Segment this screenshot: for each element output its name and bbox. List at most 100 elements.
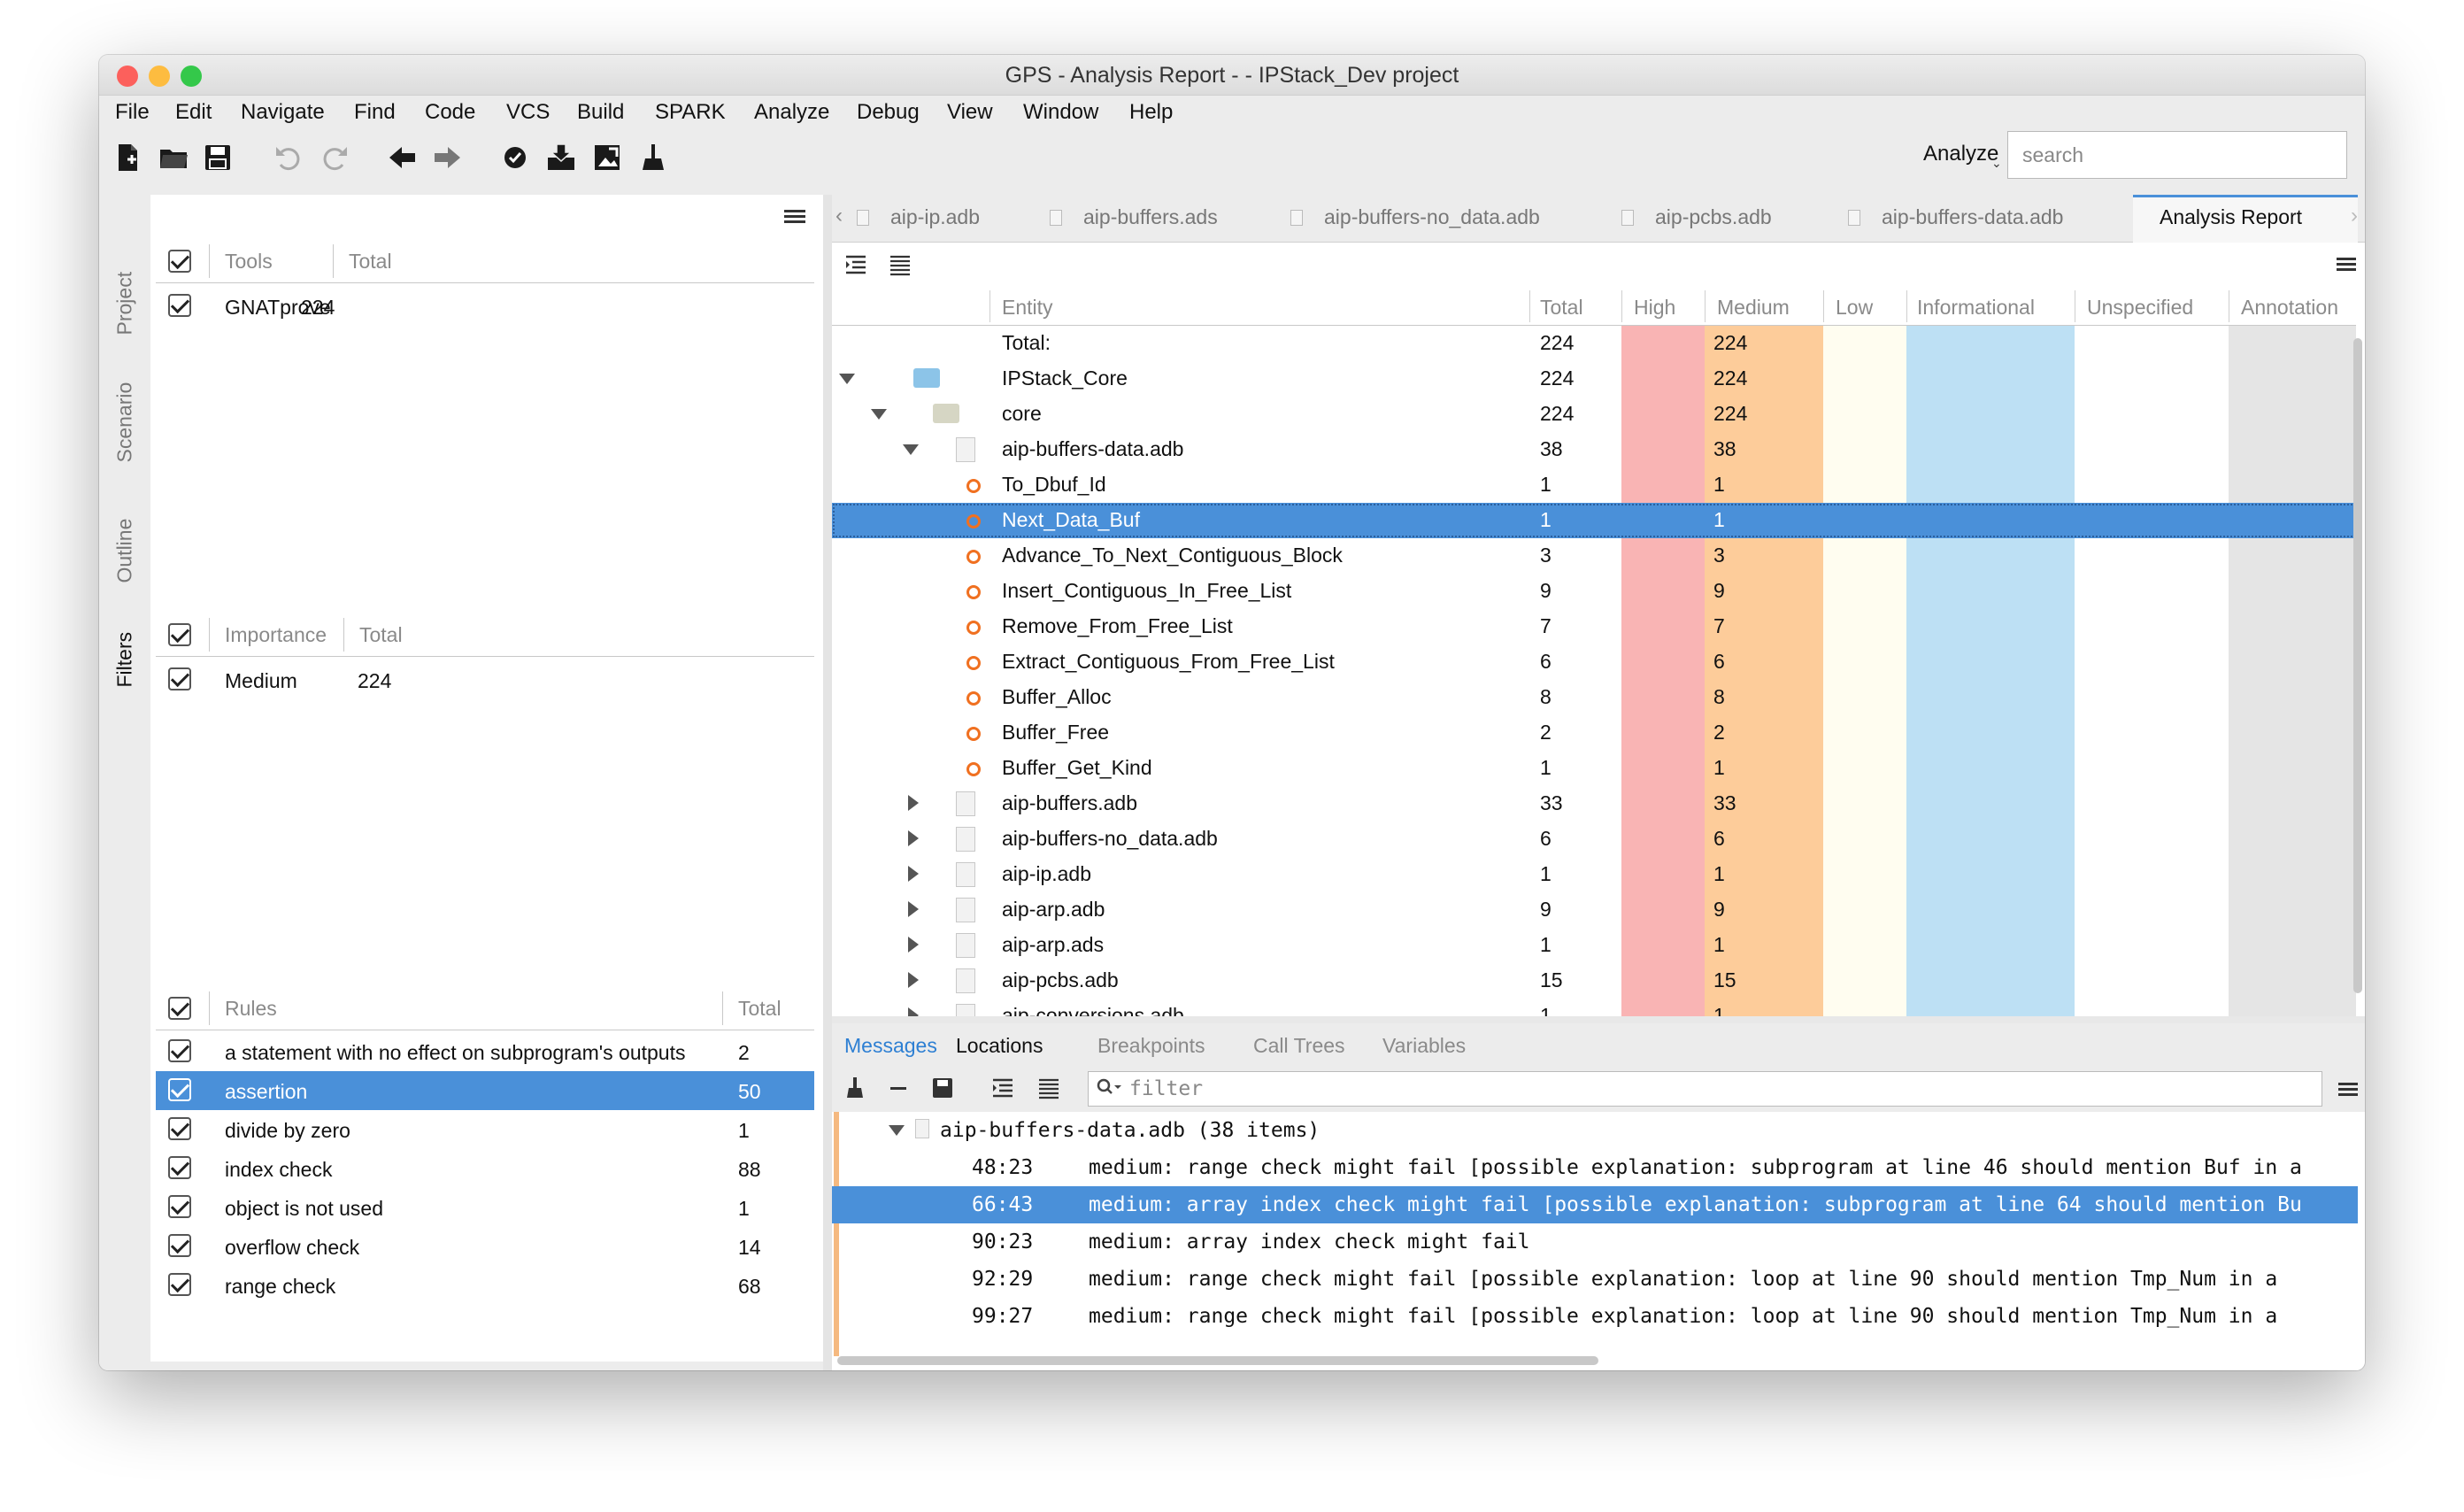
new-file-icon[interactable] [112, 142, 143, 174]
back-arrow-icon[interactable] [386, 142, 418, 174]
importance-column-header[interactable]: Importance [225, 623, 327, 647]
col-entity[interactable]: Entity [1002, 296, 1053, 320]
col-high[interactable]: High [1634, 296, 1675, 320]
col-annotation[interactable]: Annotation [2241, 296, 2338, 320]
menu-navigate[interactable]: Navigate [241, 100, 325, 125]
message-row-selected[interactable]: 66:43 medium: array index check might fa… [832, 1186, 2358, 1223]
tab-breakpoints[interactable]: Breakpoints [1097, 1034, 1205, 1058]
expander-down-icon[interactable] [889, 1125, 905, 1136]
report-row-file[interactable]: aip-pcbs.adb 15 15 [832, 963, 2356, 999]
tab-messages[interactable]: Messages [844, 1034, 937, 1058]
tab-aip-buffers-ads[interactable]: aip-buffers.ads [1050, 205, 1218, 229]
rule-checkbox[interactable] [168, 1039, 191, 1062]
report-row-file[interactable]: aip-arp.ads 1 1 [832, 928, 2356, 963]
col-medium[interactable]: Medium [1717, 296, 1790, 320]
menu-file[interactable]: File [115, 100, 150, 125]
importance-select-all-checkbox[interactable] [168, 623, 191, 646]
clean-broom-icon[interactable] [637, 142, 669, 174]
rule-row[interactable]: index check 88 [156, 1149, 814, 1188]
tools-total-header[interactable]: Total [349, 250, 392, 274]
rule-row[interactable]: a statement with no effect on subprogram… [156, 1032, 814, 1071]
report-row-subprogram[interactable]: Buffer_Get_Kind 1 1 [832, 751, 2356, 786]
report-row-subprogram[interactable]: Insert_Contiguous_In_Free_List 9 9 [832, 574, 2356, 609]
rules-select-all-checkbox[interactable] [168, 997, 191, 1020]
tool-checkbox[interactable] [168, 294, 191, 317]
expander-right-icon[interactable] [908, 866, 919, 882]
chevron-down-icon[interactable]: ⌄ [1991, 156, 2002, 171]
forward-arrow-icon[interactable] [432, 142, 464, 174]
expander-down-icon[interactable] [839, 374, 855, 384]
report-row-subprogram-selected[interactable]: Next_Data_Buf 1 1 [832, 503, 2356, 538]
report-row-subprogram[interactable]: Remove_From_Free_List 7 7 [832, 609, 2356, 644]
rules-column-header[interactable]: Rules [225, 997, 277, 1021]
expander-right-icon[interactable] [908, 901, 919, 917]
menu-spark[interactable]: SPARK [655, 100, 726, 125]
expander-right-icon[interactable] [908, 1007, 919, 1016]
rule-row[interactable]: range check 68 [156, 1266, 814, 1305]
side-tab-filters[interactable]: Filters [113, 632, 137, 688]
rule-row[interactable]: overflow check 14 [156, 1227, 814, 1266]
tab-variables[interactable]: Variables [1382, 1034, 1466, 1058]
menu-help[interactable]: Help [1129, 100, 1173, 125]
download-install-icon[interactable] [545, 142, 577, 174]
message-row[interactable]: 99:27 medium: range check might fail [po… [832, 1298, 2358, 1335]
rule-checkbox[interactable] [168, 1195, 191, 1218]
menu-window[interactable]: Window [1023, 100, 1098, 125]
col-unspecified[interactable]: Unspecified [2087, 296, 2193, 320]
importance-row[interactable]: Medium 224 [156, 660, 814, 699]
tab-call-trees[interactable]: Call Trees [1253, 1034, 1345, 1058]
build-gear-icon[interactable] [499, 142, 531, 174]
report-menu-icon[interactable] [2337, 255, 2356, 274]
menu-vcs[interactable]: VCS [506, 100, 550, 125]
report-row-subprogram[interactable]: Extract_Contiguous_From_Free_List 6 6 [832, 644, 2356, 680]
report-row-total[interactable]: Total: 224 224 [832, 326, 2356, 361]
rule-checkbox[interactable] [168, 1273, 191, 1296]
tab-aip-pcbs[interactable]: aip-pcbs.adb [1621, 205, 1772, 229]
rule-checkbox[interactable] [168, 1156, 191, 1179]
tools-select-all-checkbox[interactable] [168, 250, 191, 273]
report-row-directory[interactable]: core 224 224 [832, 397, 2356, 432]
tab-aip-ip[interactable]: aip-ip.adb [857, 205, 980, 229]
rule-checkbox[interactable] [168, 1234, 191, 1257]
report-row-subprogram[interactable]: Buffer_Alloc 8 8 [832, 680, 2356, 715]
collapse-all-icon[interactable] [889, 253, 912, 281]
rules-total-header[interactable]: Total [738, 997, 782, 1021]
save-icon[interactable] [202, 142, 234, 174]
side-tab-scenario[interactable]: Scenario [113, 382, 137, 463]
message-row[interactable]: 90:23 medium: array index check might fa… [832, 1223, 2358, 1261]
menu-debug[interactable]: Debug [857, 100, 920, 125]
col-total[interactable]: Total [1540, 296, 1583, 320]
tool-row[interactable]: GNATprove 224 [156, 287, 814, 326]
messages-horizontal-scrollbar[interactable] [837, 1356, 1598, 1365]
open-folder-icon[interactable] [158, 142, 189, 174]
report-row-file[interactable]: aip-ip.adb 1 1 [832, 857, 2356, 892]
report-row-file[interactable]: aip-buffers-no_data.adb 6 6 [832, 822, 2356, 857]
side-tab-outline[interactable]: Outline [113, 519, 137, 583]
rule-row[interactable]: divide by zero 1 [156, 1110, 814, 1149]
side-tab-project[interactable]: Project [113, 272, 137, 336]
importance-checkbox[interactable] [168, 667, 191, 690]
image-export-icon[interactable] [591, 142, 623, 174]
rule-row-selected[interactable]: assertion 50 [156, 1071, 814, 1110]
report-row-file[interactable]: aip-arp.adb 9 9 [832, 892, 2356, 928]
report-row-subprogram[interactable]: Advance_To_Next_Contiguous_Block 3 3 [832, 538, 2356, 574]
panel-menu-icon[interactable] [784, 207, 805, 226]
menu-build[interactable]: Build [577, 100, 624, 125]
expand-all-icon[interactable] [991, 1076, 1014, 1104]
messages-menu-icon[interactable] [2338, 1080, 2358, 1099]
report-row-file[interactable]: aip-buffers-data.adb 38 38 [832, 432, 2356, 467]
menu-analyze[interactable]: Analyze [754, 100, 829, 125]
message-row[interactable]: 92:29 medium: range check might fail [po… [832, 1261, 2358, 1298]
rule-checkbox[interactable] [168, 1078, 191, 1101]
collapse-all-icon[interactable] [1037, 1076, 1060, 1104]
menu-code[interactable]: Code [425, 100, 475, 125]
filter-input[interactable] [1088, 1071, 2322, 1107]
menu-edit[interactable]: Edit [175, 100, 212, 125]
report-row-file[interactable]: aip-buffers.adb 33 33 [832, 786, 2356, 822]
tab-locations[interactable]: Locations [956, 1034, 1043, 1058]
expander-right-icon[interactable] [908, 830, 919, 846]
remove-icon[interactable] [890, 1087, 906, 1090]
horizontal-splitter[interactable] [832, 1016, 2365, 1023]
col-informational[interactable]: Informational [1917, 296, 2035, 320]
rule-checkbox[interactable] [168, 1117, 191, 1140]
